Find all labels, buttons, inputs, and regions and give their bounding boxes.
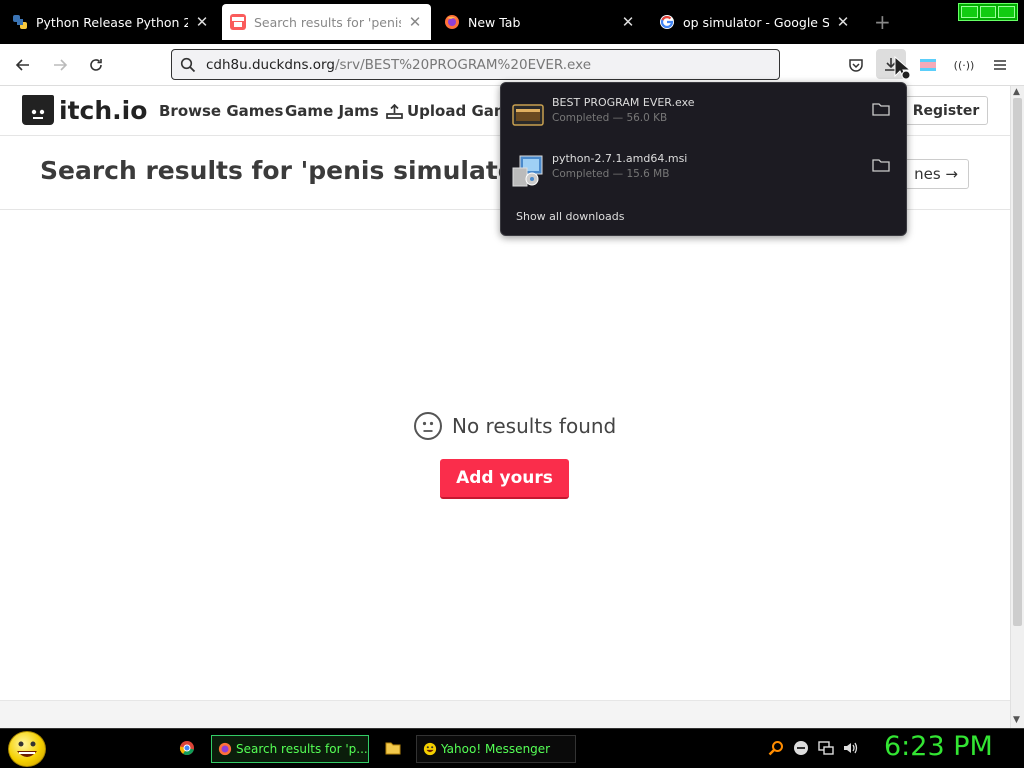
open-folder-icon[interactable] bbox=[872, 157, 890, 172]
download-item[interactable]: python-2.7.1.amd64.msi Completed — 15.6 … bbox=[501, 143, 906, 195]
url-host: cdh8u.duckdns.org bbox=[206, 56, 335, 73]
taskbar-window-title: Yahoo! Messenger bbox=[441, 742, 551, 756]
menu-hamburger-icon[interactable] bbox=[987, 52, 1013, 78]
taskbar-yahoo-messenger[interactable]: Yahoo! Messenger bbox=[416, 735, 576, 763]
add-yours-button[interactable]: Add yours bbox=[440, 459, 569, 499]
tab-title: New Tab bbox=[468, 14, 521, 30]
tab-title: op simulator - Google Search bbox=[683, 14, 829, 30]
url-bar[interactable]: cdh8u.duckdns.org/srv/BEST%20PROGRAM%20E… bbox=[171, 49, 780, 80]
reload-icon[interactable] bbox=[83, 52, 109, 78]
browser-navbar: cdh8u.duckdns.org/srv/BEST%20PROGRAM%20E… bbox=[0, 44, 1024, 86]
show-all-downloads-link[interactable]: Show all downloads bbox=[516, 210, 624, 223]
close-tab-icon[interactable]: ✕ bbox=[194, 13, 210, 31]
scroll-up-arrow-icon[interactable]: ▲ bbox=[1013, 87, 1020, 97]
download-status: Completed — 56.0 KB bbox=[552, 112, 668, 124]
google-icon bbox=[659, 14, 675, 30]
search-tray-icon[interactable] bbox=[768, 740, 784, 756]
tab-title: Search results for 'penis simul bbox=[254, 14, 401, 30]
url-path: /srv/BEST%20PROGRAM%20EVER.exe bbox=[334, 56, 591, 73]
installer-icon bbox=[512, 155, 544, 187]
yahoo-smiley-icon bbox=[423, 742, 437, 756]
downloads-panel: BEST PROGRAM EVER.exe Completed — 56.0 K… bbox=[500, 82, 907, 236]
tab-google-search[interactable]: op simulator - Google Search ✕ bbox=[651, 4, 859, 40]
page-bottom-strip bbox=[0, 700, 1010, 728]
python-icon bbox=[12, 14, 28, 30]
new-tab-plus-icon[interactable]: + bbox=[874, 10, 891, 34]
sad-face-icon bbox=[414, 412, 442, 440]
download-filename: python-2.7.1.amd64.msi bbox=[552, 152, 688, 165]
volume-tray-icon[interactable] bbox=[842, 740, 858, 756]
upload-icon bbox=[386, 103, 403, 119]
extension-icon[interactable]: ((·)) bbox=[951, 52, 977, 78]
itch-logo[interactable]: itch.io bbox=[22, 95, 147, 125]
system-meter-widget bbox=[958, 3, 1018, 21]
close-tab-icon[interactable]: ✕ bbox=[835, 13, 851, 31]
empty-state: No results found bbox=[414, 412, 616, 440]
network-tray-icon[interactable] bbox=[818, 740, 834, 756]
download-status: Completed — 15.6 MB bbox=[552, 168, 670, 180]
close-tab-icon[interactable]: ✕ bbox=[407, 13, 423, 31]
nav-browse-games[interactable]: Browse Games bbox=[159, 102, 283, 120]
start-smiley-icon[interactable] bbox=[8, 731, 46, 767]
folder-icon[interactable] bbox=[385, 740, 401, 756]
download-item[interactable]: BEST PROGRAM EVER.exe Completed — 56.0 K… bbox=[501, 87, 906, 139]
tab-python-release[interactable]: Python Release Python 2.7.1 | ✕ bbox=[4, 4, 218, 40]
open-folder-icon[interactable] bbox=[872, 101, 890, 116]
taskbar: Search results for 'p... Yahoo! Messenge… bbox=[0, 728, 1024, 768]
page-title: Search results for 'penis simulator' bbox=[40, 156, 535, 185]
no-results-text: No results found bbox=[452, 414, 617, 438]
tab-new-tab[interactable]: New Tab ✕ bbox=[436, 4, 644, 40]
firefox-icon bbox=[218, 742, 232, 756]
nav-game-jams[interactable]: Game Jams bbox=[285, 102, 379, 120]
search-icon bbox=[180, 57, 196, 73]
chrome-icon[interactable] bbox=[179, 740, 195, 756]
pocket-icon[interactable] bbox=[843, 52, 869, 78]
page-scrollbar[interactable]: ▲ ▼ bbox=[1010, 86, 1024, 728]
itchio-icon bbox=[230, 14, 246, 30]
desktop-screen: Python Release Python 2.7.1 | ✕ Search r… bbox=[0, 0, 1024, 768]
taskbar-clock[interactable]: 6:23 PM bbox=[884, 731, 993, 762]
download-filename: BEST PROGRAM EVER.exe bbox=[552, 96, 695, 109]
firefox-icon bbox=[444, 14, 460, 30]
forward-arrow-icon[interactable] bbox=[47, 52, 73, 78]
mouse-cursor-icon bbox=[894, 56, 912, 80]
tab-itch-search[interactable]: Search results for 'penis simul ✕ bbox=[222, 4, 431, 40]
close-tab-icon[interactable]: ✕ bbox=[620, 13, 636, 31]
account-flag-icon[interactable] bbox=[915, 52, 941, 78]
tab-title: Python Release Python 2.7.1 | bbox=[36, 14, 188, 30]
browser-tab-strip: Python Release Python 2.7.1 | ✕ Search r… bbox=[0, 0, 1024, 44]
itch-logo-icon bbox=[22, 95, 54, 125]
taskbar-firefox-window[interactable]: Search results for 'p... bbox=[211, 735, 369, 763]
messenger-tray-icon[interactable] bbox=[793, 740, 809, 756]
taskbar-window-title: Search results for 'p... bbox=[236, 742, 368, 756]
register-button[interactable]: Register bbox=[904, 96, 988, 125]
scroll-down-arrow-icon[interactable]: ▼ bbox=[1013, 715, 1020, 725]
back-arrow-icon[interactable] bbox=[10, 52, 36, 78]
scroll-thumb[interactable] bbox=[1013, 98, 1022, 626]
executable-icon bbox=[512, 99, 544, 131]
logo-text: itch.io bbox=[59, 95, 148, 125]
